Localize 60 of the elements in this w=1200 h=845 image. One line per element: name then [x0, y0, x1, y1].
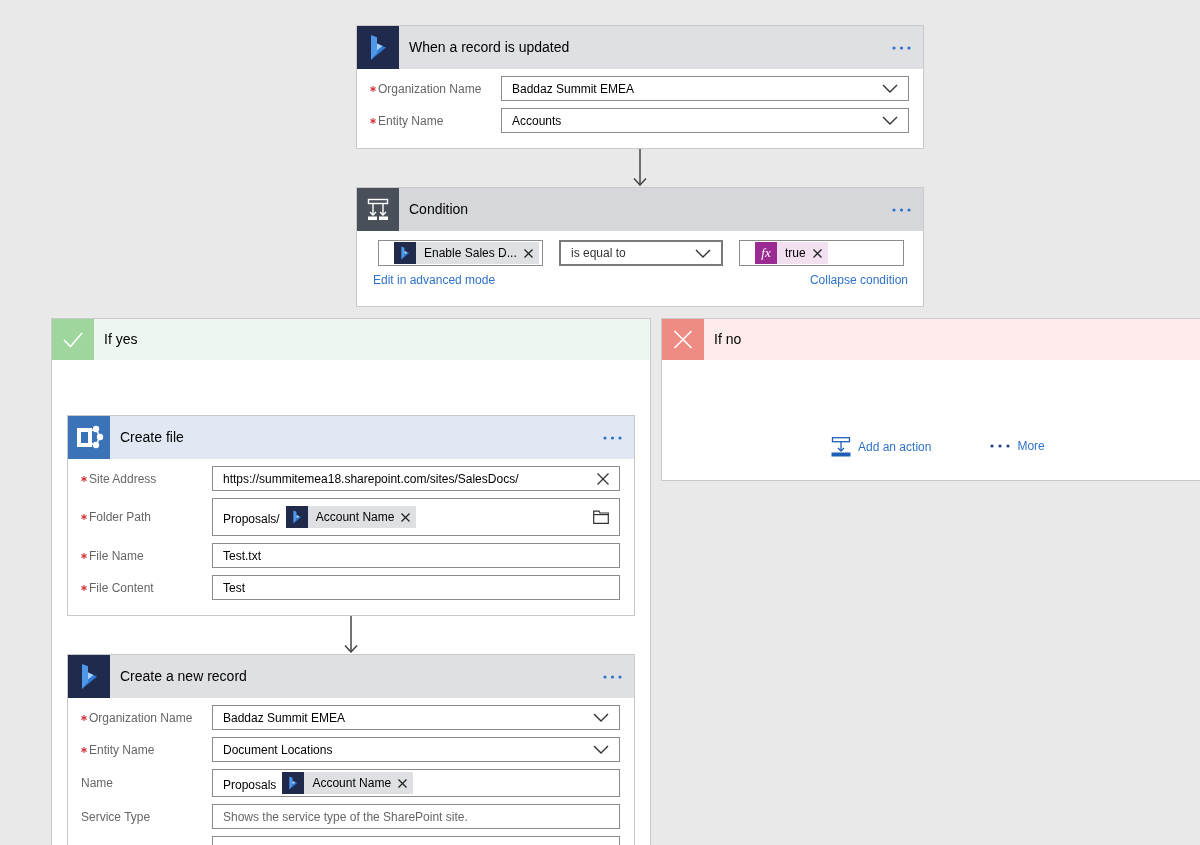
- branch-title: If no: [714, 330, 742, 349]
- chevron-down-icon: [695, 248, 711, 258]
- connector-arrow: [344, 616, 358, 653]
- branch-title: If yes: [104, 330, 138, 349]
- clear-icon[interactable]: [597, 472, 609, 485]
- field-label: Entity Name: [89, 741, 155, 759]
- edit-mode-link[interactable]: Edit in advanced mode: [373, 271, 496, 289]
- field-label: Site Address: [89, 470, 157, 488]
- more-link[interactable]: More: [990, 437, 1045, 455]
- dropdown[interactable]: Baddaz Summit EMEA: [212, 705, 620, 730]
- input-field[interactable]: Test.txt: [212, 543, 620, 568]
- field-label: Organization Name: [89, 709, 193, 727]
- card-title: When a record is updated: [409, 38, 571, 57]
- field-label: File Content: [89, 579, 154, 597]
- token-chip[interactable]: Account Name: [282, 772, 414, 794]
- triangle-logo-icon: [68, 655, 110, 698]
- field-label: Entity Name: [378, 112, 444, 130]
- close-icon[interactable]: [398, 778, 408, 788]
- expression-label: fx: [755, 242, 777, 264]
- card-title: Create a new record: [120, 667, 248, 686]
- input-field[interactable]: Test: [212, 575, 620, 600]
- field-label: Folder Path: [89, 509, 152, 526]
- more-icon[interactable]: [892, 45, 911, 50]
- more-icon[interactable]: [603, 435, 622, 440]
- field-label: File Name: [89, 547, 144, 565]
- dropdown[interactable]: is equal to: [559, 240, 723, 266]
- collapse-link[interactable]: Collapse condition: [809, 271, 908, 289]
- chevron-down-icon: [593, 713, 609, 722]
- card-title: Condition: [409, 200, 470, 219]
- chevron-down-icon: [593, 745, 609, 754]
- more-icon[interactable]: [892, 207, 911, 212]
- more-icon: [990, 444, 1011, 448]
- field-label: Name: [81, 775, 113, 792]
- triangle-logo-icon: [285, 506, 308, 528]
- triangle-logo-icon: [394, 242, 416, 264]
- triangle-logo-icon: [357, 26, 399, 69]
- input-field[interactable]: fx true: [739, 240, 904, 266]
- connector-arrow: [633, 149, 647, 186]
- dropdown[interactable]: Document Locations: [212, 737, 620, 762]
- field-label: Organization Name: [378, 80, 482, 98]
- folder-icon[interactable]: [593, 510, 609, 524]
- token-chip[interactable]: Enable Sales D...: [394, 242, 539, 264]
- input-field[interactable]: https://summitemea18.sharepoint.com/sites/SalesDocs/: [212, 466, 620, 491]
- input-field[interactable]: Proposals Account Name: [212, 769, 620, 797]
- add-step-icon: [831, 437, 851, 457]
- close-icon[interactable]: [401, 512, 411, 522]
- triangle-logo-icon: [282, 772, 305, 794]
- chevron-down-icon: [882, 84, 898, 93]
- input-field[interactable]: Proposals/ Account Name: [212, 498, 620, 536]
- card-title: Create file: [120, 428, 185, 447]
- token-chip[interactable]: fx true: [755, 242, 828, 264]
- add-action-link[interactable]: Add an action: [831, 437, 932, 457]
- input-field[interactable]: Enable Sales D...: [378, 240, 543, 266]
- dropdown[interactable]: Accounts: [501, 108, 909, 133]
- token-chip[interactable]: Account Name: [285, 506, 417, 528]
- more-icon[interactable]: [603, 674, 622, 679]
- close-icon[interactable]: [523, 248, 533, 258]
- dropdown[interactable]: Baddaz Summit EMEA: [501, 76, 909, 101]
- close-icon[interactable]: [812, 248, 822, 258]
- chevron-down-icon: [882, 116, 898, 125]
